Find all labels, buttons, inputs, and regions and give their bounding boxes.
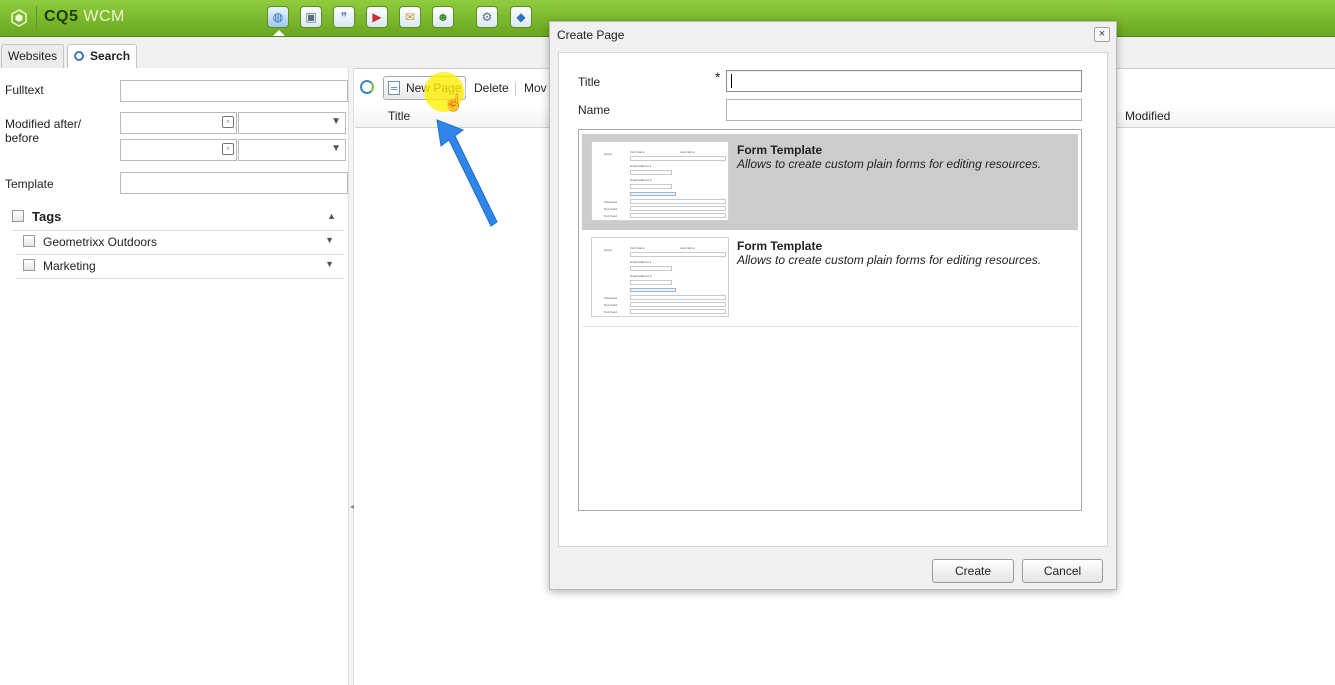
tagging-icon[interactable]: ◆ (510, 6, 532, 28)
tab-websites[interactable]: Websites (1, 44, 65, 68)
create-button[interactable]: Create (932, 559, 1014, 583)
cq5-logo-icon (11, 9, 27, 27)
toolbar-separator (465, 82, 466, 96)
template-description: Allows to create custom plain forms for … (737, 253, 1042, 267)
dialog-footer: Create Cancel (550, 549, 1116, 589)
fulltext-input[interactable] (120, 80, 348, 102)
column-title[interactable]: Title (388, 109, 410, 123)
modified-after-time-select[interactable]: ▼ (238, 112, 346, 134)
tag-item[interactable]: Marketing ▼ (16, 254, 344, 279)
panel-splitter[interactable]: ◂ (348, 68, 354, 685)
chevron-down-icon: ▼ (331, 143, 341, 154)
community-icon[interactable]: ❞ (333, 6, 355, 28)
tab-search[interactable]: Search (67, 44, 138, 69)
tag-label: Marketing (43, 259, 96, 273)
inbox-icon[interactable]: ✉ (399, 6, 421, 28)
required-indicator: * (715, 69, 721, 85)
expand-arrow-icon[interactable]: ▼ (325, 235, 334, 245)
modified-before-time-select[interactable]: ▼ (238, 139, 346, 161)
name-input[interactable] (726, 99, 1082, 121)
search-icon (74, 51, 84, 61)
template-divider (582, 326, 1078, 327)
pointer-arrow-icon (436, 119, 498, 227)
delete-button[interactable]: Delete (474, 77, 509, 99)
refresh-icon[interactable] (360, 80, 374, 94)
expand-arrow-icon[interactable]: ▼ (325, 259, 334, 269)
modified-label-line2: before (5, 131, 40, 145)
modified-label-line1: Modified after/ (5, 117, 82, 131)
users-icon[interactable]: ☻ (432, 6, 454, 28)
toolbar-separator (515, 82, 516, 96)
brand-separator (36, 6, 37, 30)
template-thumbnail: Name First Name Last Name Email address … (591, 141, 729, 221)
modified-before-date-input[interactable]: ▫ (120, 139, 237, 161)
title-label: Title (578, 75, 601, 89)
calendar-icon[interactable]: ▫ (222, 143, 234, 155)
collapse-handle-icon[interactable]: ◂ (350, 502, 354, 511)
tags-header[interactable]: Tags ▲ (12, 208, 344, 231)
template-item[interactable]: Name First Name Last Name Email address … (582, 230, 1078, 326)
template-label: Template (5, 177, 54, 191)
template-list[interactable]: Name First Name Last Name Email address … (578, 129, 1082, 511)
dialog-body: Title * Name Name First Name Last Name E… (558, 52, 1108, 547)
title-input[interactable] (726, 70, 1082, 92)
template-thumbnail: Name First Name Last Name Email address … (591, 237, 729, 317)
tag-item[interactable]: Geometrixx Outdoors ▼ (16, 230, 344, 255)
search-panel: Fulltext Modified after/ before ▫ ▼ ▫ ▼ … (0, 68, 348, 685)
move-button[interactable]: Mov (524, 77, 547, 99)
fulltext-label: Fulltext (5, 83, 44, 97)
template-title: Form Template (737, 143, 823, 157)
tags-label: Tags (32, 209, 62, 224)
collapse-arrow-icon[interactable]: ▲ (327, 211, 336, 221)
template-description: Allows to create custom plain forms for … (737, 157, 1042, 171)
tab-label: Websites (8, 49, 58, 63)
websites-icon[interactable]: ◍ (267, 6, 289, 28)
text-caret (731, 74, 732, 88)
template-input[interactable] (120, 172, 348, 194)
new-page-icon (388, 81, 400, 95)
tag-checkbox[interactable] (23, 259, 35, 271)
close-icon[interactable]: × (1094, 27, 1110, 42)
active-app-indicator (273, 30, 285, 36)
brand-title: CQ5 WCM (44, 8, 125, 25)
template-item[interactable]: Name First Name Last Name Email address … (582, 134, 1078, 230)
chevron-down-icon: ▼ (331, 116, 341, 127)
tools-icon[interactable]: ⚙ (476, 6, 498, 28)
calendar-icon[interactable]: ▫ (222, 116, 234, 128)
template-title: Form Template (737, 239, 823, 253)
cancel-button[interactable]: Cancel (1022, 559, 1103, 583)
digital-assets-icon[interactable]: ▣ (300, 6, 322, 28)
tag-label: Geometrixx Outdoors (43, 235, 158, 249)
campaigns-icon[interactable]: ▶ (366, 6, 388, 28)
tab-label: Search (90, 49, 131, 63)
tags-checkbox[interactable] (12, 210, 24, 222)
create-page-dialog: Create Page × Title * Name Name First Na… (549, 21, 1117, 590)
name-label: Name (578, 103, 611, 117)
column-modified[interactable]: Modified (1125, 109, 1170, 123)
tag-checkbox[interactable] (23, 235, 35, 247)
dialog-title: Create Page (557, 28, 625, 42)
modified-after-date-input[interactable]: ▫ (120, 112, 237, 134)
